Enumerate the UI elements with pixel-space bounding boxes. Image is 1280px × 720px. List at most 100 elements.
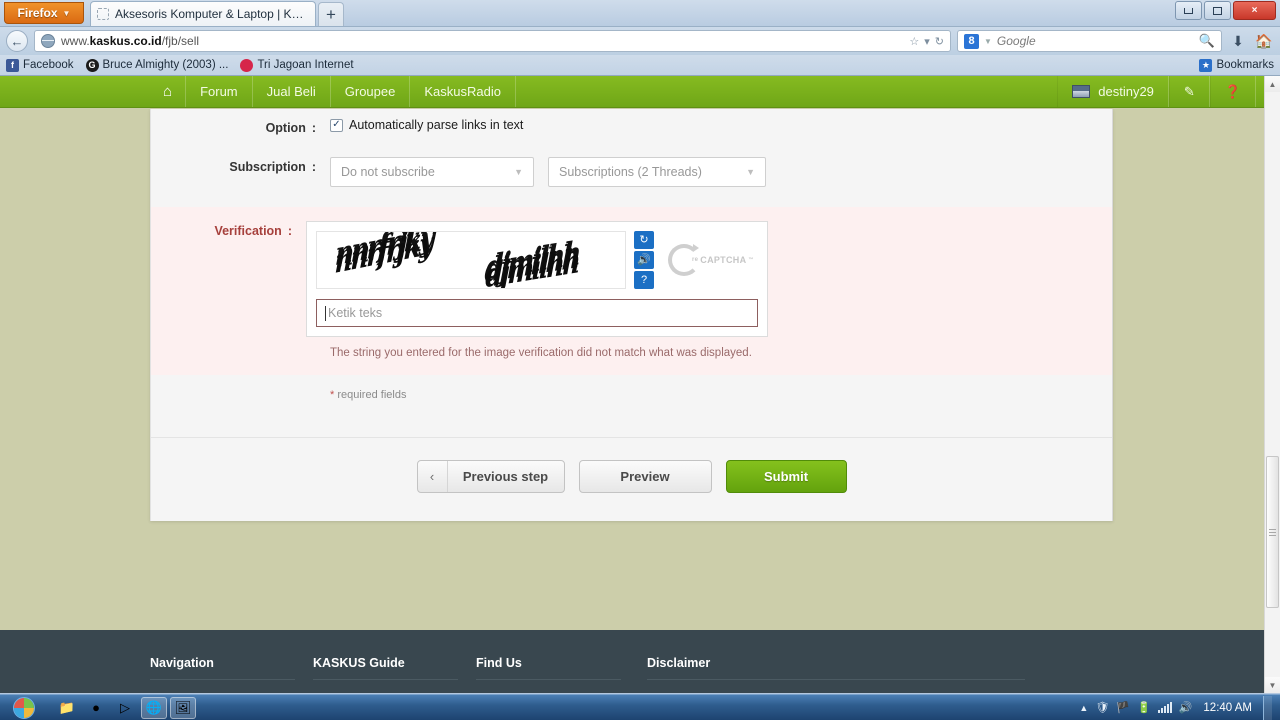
show-hidden-icons-button[interactable]: ▲ [1079,703,1088,713]
taskbar-clock[interactable]: 12:40 AM [1199,702,1256,714]
firefox-menu-label: Firefox [17,6,58,20]
parse-links-checkbox[interactable]: ✓ [330,118,343,132]
firefox-menu-button[interactable]: Firefox ▼ [4,2,84,24]
recaptcha-brand-text: re CAPTCHA ™ [692,255,754,265]
previous-step-button[interactable]: ‹ Previous step [416,460,565,493]
form-row-option: Option: ✓ Automatically parse links in t… [151,109,1112,135]
signal-icon[interactable] [1157,702,1172,713]
footer-link-help-center[interactable]: Help Center [313,691,476,693]
site-navbar: ⌂ Forum Jual Beli Groupee KaskusRadio de… [0,76,1280,108]
required-fields-label: required fields [337,389,407,401]
verification-field: nnrfrjky djmilhh ↻ 🔊 ? re CAPTCHA ™ Keti… [306,221,1088,337]
scroll-up-button[interactable]: ▲ [1265,76,1280,92]
verification-label: Verification: [214,224,292,238]
subscription-mode-select[interactable]: Do not subscribe ▼ [330,157,534,187]
subscription-list-value: Subscriptions (2 Threads) [559,165,702,179]
bookmark-item[interactable]: f Facebook [6,58,74,72]
volume-icon[interactable]: 🔊 [1179,701,1193,714]
reload-icon[interactable]: ↻ [935,35,944,48]
previous-step-label: Previous step [462,469,549,484]
nav-item-forum[interactable]: Forum [186,76,253,107]
form-row-verification: Verification: nnrfrjky djmilhh ↻ 🔊 ? re … [151,221,1088,337]
user-menu[interactable]: destiny29 [1057,76,1169,107]
aimp-icon[interactable]: ● [83,697,109,719]
search-input[interactable]: Google [997,34,1194,48]
captcha-audio-icon[interactable]: 🔊 [634,251,654,269]
media-icon[interactable]: ▷ [112,697,138,719]
scroll-down-button[interactable]: ▼ [1265,677,1280,693]
firefox-icon[interactable]: 🌐 [141,696,167,719]
parse-links-checkbox-row[interactable]: ✓ Automatically parse links in text [330,118,1088,132]
imdb-icon: G [85,58,99,72]
minimize-button[interactable] [1175,1,1202,20]
close-button[interactable]: × [1233,1,1276,20]
new-tab-button[interactable]: + [318,2,344,26]
url-text: www.kaskus.co.id/fjb/sell [61,34,200,48]
subscription-list-select[interactable]: Subscriptions (2 Threads) ▼ [548,157,766,187]
search-icon[interactable]: 🔍 [1199,33,1215,49]
site-navbar-right: destiny29 ✎ ❓ [1057,76,1280,107]
footer-link-home[interactable]: Home [150,691,313,693]
submit-button[interactable]: Submit [725,460,847,493]
bookmark-star-icon[interactable]: ☆ [909,35,919,48]
nav-item-groupee[interactable]: Groupee [331,76,411,107]
maximize-button[interactable] [1204,1,1231,20]
browser-tab[interactable]: Aksesoris Komputer & Laptop | Kaskus - .… [90,1,316,26]
captcha-top-row: nnrfrjky djmilhh ↻ 🔊 ? re CAPTCHA ™ [316,231,758,289]
back-button[interactable]: ← [6,30,28,52]
chevron-down-icon[interactable]: ▾ [924,35,930,48]
downloads-icon[interactable]: ⬇ [1228,33,1248,50]
avatar [1072,85,1091,98]
bookmark-item[interactable]: G Bruce Almighty (2003) ... [85,58,228,72]
start-button[interactable] [2,696,46,720]
bookmarks-toolbar: f Facebook G Bruce Almighty (2003) ... T… [0,55,1280,76]
edit-icon[interactable]: ✎ [1168,76,1210,107]
facebook-icon: f [6,58,19,72]
scrollbar-thumb[interactable] [1266,456,1279,608]
username-label: destiny29 [1098,84,1154,99]
nav-item-kaskusradio[interactable]: KaskusRadio [410,76,516,107]
bookmarks-menu-label: Bookmarks [1216,59,1274,71]
battery-icon[interactable]: 🔋 [1137,701,1151,714]
taskbar-items: 📁 ● ▷ 🌐 🖼 [54,696,196,719]
preview-button[interactable]: Preview [578,460,712,493]
captcha-input-placeholder: Ketik teks [328,306,383,320]
windows-taskbar: 📁 ● ▷ 🌐 🖼 ▲ 🛡 🏴 🔋 🔊 12:40 AM [0,694,1280,720]
bookmark-item[interactable]: Tri Jagoan Internet [240,58,354,72]
captcha-widget: nnrfrjky djmilhh ↻ 🔊 ? re CAPTCHA ™ Keti… [306,221,768,337]
scrollbar-grip [1269,528,1276,536]
parse-links-label: Automatically parse links in text [349,118,524,132]
page-scrollbar[interactable]: ▲ ▼ [1264,76,1280,693]
captcha-word-1: nnrfrjky [333,231,433,281]
help-icon[interactable]: ❓ [1209,76,1256,107]
show-desktop-button[interactable] [1263,695,1272,720]
captcha-help-icon[interactable]: ? [634,271,654,289]
explorer-icon[interactable]: 📁 [54,697,80,719]
footer-link-twitter[interactable]: Twitter [476,691,639,693]
recaptcha-arrow-icon [668,244,700,276]
footer-heading: KASKUS Guide [313,656,458,680]
captcha-refresh-icon[interactable]: ↻ [634,231,654,249]
nav-home-icon[interactable]: ⌂ [150,76,187,107]
search-bar[interactable]: 8 ▼ Google 🔍 [957,30,1222,52]
captcha-image: nnrfrjky djmilhh [316,231,626,289]
verification-section: Verification: nnrfrjky djmilhh ↻ 🔊 ? re … [151,207,1112,375]
footer-heading: Find Us [476,656,621,680]
subscription-field: Do not subscribe ▼ Subscriptions (2 Thre… [330,157,1088,187]
nav-item-jual-beli[interactable]: Jual Beli [253,76,331,107]
home-icon[interactable]: 🏠 [1254,33,1274,50]
tab-favicon [97,8,109,20]
url-bar[interactable]: www.kaskus.co.id/fjb/sell ☆ ▾ ↻ [34,30,951,52]
disclaimer-text: KASKUS is providing freedom of speech. B… [647,691,1034,693]
chevron-down-icon: ▼ [514,167,523,177]
app-icon[interactable]: 🖼 [170,696,196,719]
search-engine-chevron-down-icon[interactable]: ▼ [984,37,992,46]
bookmarks-menu[interactable]: ★ Bookmarks [1199,58,1274,72]
captcha-input[interactable]: Ketik teks [316,299,758,327]
network-flag-icon[interactable]: 🏴 [1116,701,1130,714]
chevron-down-icon: ▼ [62,8,71,18]
navigation-toolbar: ← www.kaskus.co.id/fjb/sell ☆ ▾ ↻ 8 ▼ Go… [0,27,1280,55]
security-icon[interactable]: 🛡 [1095,701,1109,714]
required-star: * [330,389,335,401]
verification-error-message: The string you entered for the image ver… [330,347,752,359]
